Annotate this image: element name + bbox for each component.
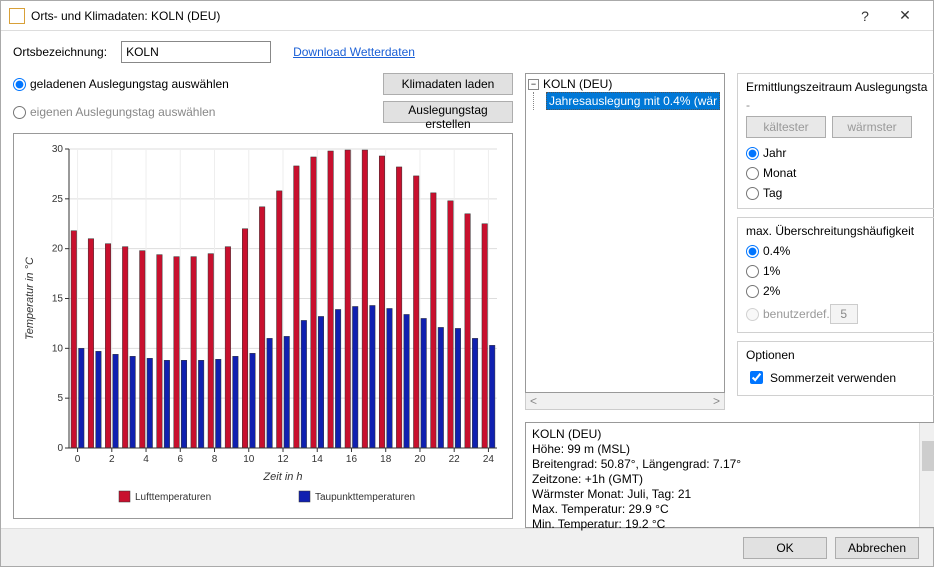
- svg-text:24: 24: [483, 454, 495, 465]
- location-label: Ortsbezeichnung:: [13, 45, 107, 59]
- period-dash: -: [746, 98, 928, 112]
- freq-1-label: 1%: [763, 264, 780, 278]
- svg-text:16: 16: [346, 454, 358, 465]
- freq-2-label: 2%: [763, 284, 780, 298]
- location-tree[interactable]: − KOLN (DEU) Jahresauslegung mit 0.4% (w…: [525, 73, 725, 393]
- collapse-icon[interactable]: −: [528, 79, 539, 90]
- freq-04-radio[interactable]: [746, 245, 759, 258]
- info-line: Wärmster Monat: Juli, Tag: 21: [532, 487, 930, 502]
- svg-text:Lufttemperaturen: Lufttemperaturen: [135, 492, 211, 503]
- tree-child[interactable]: Jahresauslegung mit 0.4% (wär: [546, 92, 722, 110]
- tree-root-label: KOLN (DEU): [543, 76, 612, 92]
- period-group-title: Ermittlungszeitraum Auslegungsta: [746, 80, 928, 94]
- svg-text:2: 2: [109, 454, 115, 465]
- freq-1-radio[interactable]: [746, 265, 759, 278]
- svg-text:8: 8: [212, 454, 218, 465]
- svg-text:30: 30: [52, 144, 64, 155]
- svg-text:10: 10: [243, 454, 255, 465]
- load-climate-button[interactable]: Klimadaten laden: [383, 73, 513, 95]
- svg-text:20: 20: [414, 454, 426, 465]
- frequency-group: max. Überschreitungshäufigkeit 0.4% 1% 2…: [737, 217, 934, 333]
- freq-user-value: [830, 304, 858, 324]
- dialog-body: Ortsbezeichnung: Download Wetterdaten ge…: [1, 31, 933, 528]
- app-icon: [9, 8, 25, 24]
- tree-hscroll[interactable]: < >: [525, 393, 725, 410]
- dst-label: Sommerzeit verwenden: [770, 371, 896, 385]
- radio-own-day-label: eigenen Auslegungstag auswählen: [30, 105, 215, 119]
- main-grid: geladenen Auslegungstag auswählen Klimad…: [13, 73, 921, 528]
- dialog-footer: OK Abbrechen: [1, 528, 933, 566]
- location-row: Ortsbezeichnung: Download Wetterdaten: [13, 41, 921, 63]
- info-line: Max. Temperatur: 29.9 °C: [532, 502, 930, 517]
- info-line: KOLN (DEU): [532, 427, 930, 442]
- warmest-button[interactable]: wärmster: [832, 116, 912, 138]
- dst-checkbox[interactable]: [750, 371, 763, 384]
- svg-text:0: 0: [75, 454, 81, 465]
- close-button[interactable]: ✕: [885, 7, 925, 24]
- radio-loaded-day-label: geladenen Auslegungstag auswählen: [30, 77, 229, 91]
- create-layout-day-button[interactable]: Auslegungstag erstellen: [383, 101, 513, 123]
- svg-text:15: 15: [52, 294, 64, 305]
- info-textbox[interactable]: KOLN (DEU) Höhe: 99 m (MSL) Breitengrad:…: [525, 422, 934, 528]
- radio-own-day[interactable]: [13, 106, 26, 119]
- info-vscroll[interactable]: [919, 423, 934, 527]
- coldest-button[interactable]: kältester: [746, 116, 826, 138]
- svg-text:12: 12: [277, 454, 289, 465]
- ok-button[interactable]: OK: [743, 537, 827, 559]
- freq-2-radio[interactable]: [746, 285, 759, 298]
- temperature-chart: 051015202530024681012141618202224Zeit in…: [13, 133, 513, 519]
- period-day-label: Tag: [763, 186, 782, 200]
- svg-text:0: 0: [57, 443, 63, 454]
- period-month-label: Monat: [763, 166, 796, 180]
- svg-text:20: 20: [52, 244, 64, 255]
- frequency-group-title: max. Überschreitungshäufigkeit: [746, 224, 928, 238]
- svg-text:6: 6: [177, 454, 183, 465]
- svg-text:10: 10: [52, 343, 64, 354]
- period-year-label: Jahr: [763, 146, 786, 160]
- info-line: Breitengrad: 50.87°, Längengrad: 7.17°: [532, 457, 930, 472]
- period-day-radio[interactable]: [746, 187, 759, 200]
- info-line: Min. Temperatur: 19.2 °C: [532, 517, 930, 532]
- scroll-left-icon[interactable]: <: [526, 394, 541, 408]
- info-line: Zeitzone: +1h (GMT): [532, 472, 930, 487]
- freq-user-label: benutzerdef.: [763, 307, 830, 321]
- cancel-button[interactable]: Abbrechen: [835, 537, 919, 559]
- svg-text:5: 5: [57, 393, 63, 404]
- svg-text:4: 4: [143, 454, 149, 465]
- tree-selected-label: Jahresauslegung mit 0.4% (wär: [546, 92, 720, 110]
- svg-text:14: 14: [312, 454, 324, 465]
- svg-text:Taupunkttemperaturen: Taupunkttemperaturen: [315, 492, 415, 503]
- help-button[interactable]: ?: [845, 8, 885, 24]
- freq-user-radio: [746, 308, 759, 321]
- titlebar: Orts- und Klimadaten: KOLN (DEU) ? ✕: [1, 1, 933, 31]
- svg-text:25: 25: [52, 194, 64, 205]
- period-month-radio[interactable]: [746, 167, 759, 180]
- svg-text:22: 22: [449, 454, 461, 465]
- options-group-title: Optionen: [746, 348, 928, 362]
- freq-04-label: 0.4%: [763, 244, 790, 258]
- left-controls: geladenen Auslegungstag auswählen Klimad…: [13, 73, 513, 123]
- info-line: Höhe: 99 m (MSL): [532, 442, 930, 457]
- period-group: Ermittlungszeitraum Auslegungsta - kälte…: [737, 73, 934, 209]
- window-title: Orts- und Klimadaten: KOLN (DEU): [31, 9, 845, 23]
- svg-text:Zeit in h: Zeit in h: [262, 471, 302, 483]
- svg-text:18: 18: [380, 454, 392, 465]
- download-weather-link[interactable]: Download Wetterdaten: [293, 45, 415, 59]
- dialog-window: Orts- und Klimadaten: KOLN (DEU) ? ✕ Ort…: [0, 0, 934, 567]
- period-year-radio[interactable]: [746, 147, 759, 160]
- svg-text:Temperatur in °C: Temperatur in °C: [24, 257, 36, 340]
- scroll-right-icon[interactable]: >: [709, 394, 724, 408]
- tree-root[interactable]: − KOLN (DEU): [528, 76, 722, 92]
- options-group: Optionen Sommerzeit verwenden: [737, 341, 934, 396]
- radio-loaded-day[interactable]: [13, 78, 26, 91]
- location-input[interactable]: [121, 41, 271, 63]
